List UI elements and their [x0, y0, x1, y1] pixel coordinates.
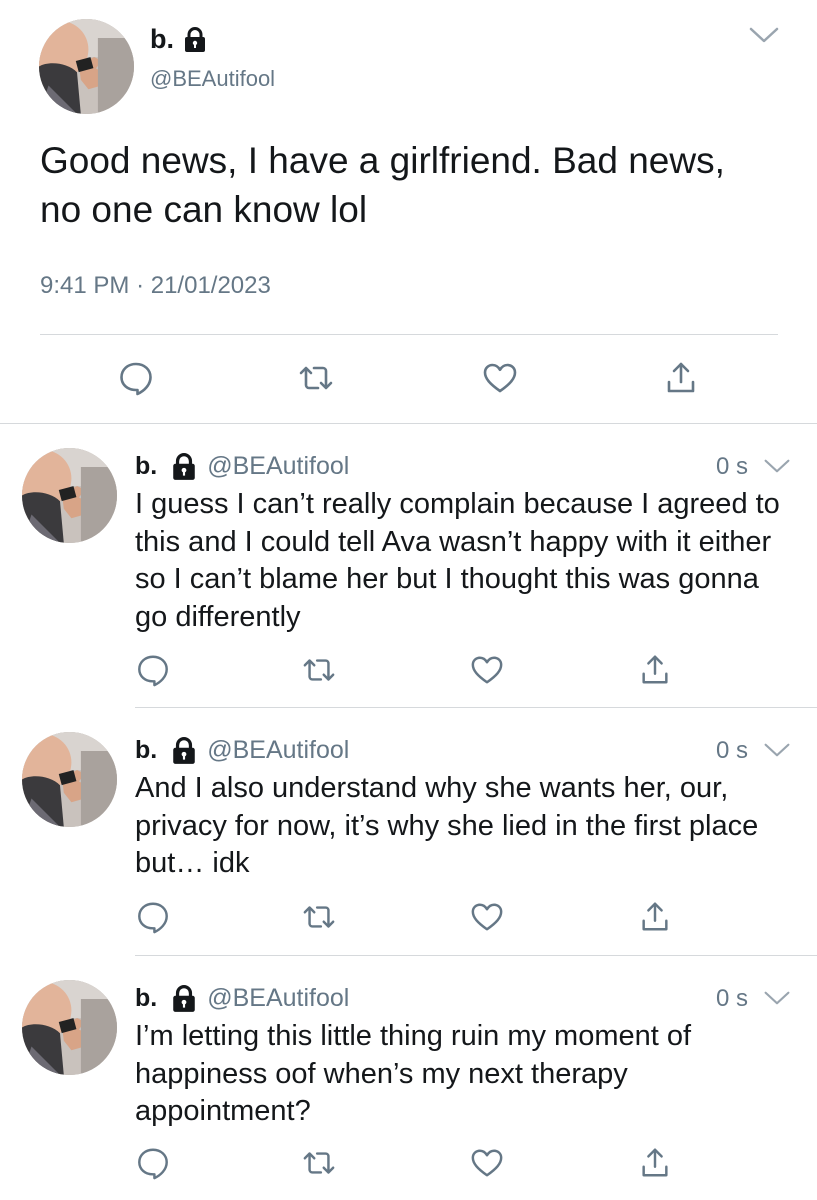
avatar[interactable] — [22, 448, 117, 543]
reply-icon[interactable] — [118, 360, 154, 396]
share-icon[interactable] — [638, 653, 672, 687]
reply-time: 0 s — [716, 737, 749, 764]
main-tweet: b. @BEAutifool Good news, I have a girlf… — [0, 0, 817, 424]
retweet-icon[interactable] — [298, 360, 334, 396]
display-name[interactable]: b. — [150, 24, 174, 55]
reply-time: 0 s — [716, 453, 749, 480]
reply-tweet[interactable]: b. @BEAutifool 0 s And I also understand… — [0, 708, 817, 956]
chevron-down-icon[interactable] — [763, 989, 791, 1007]
avatar[interactable] — [22, 732, 117, 827]
lock-icon — [171, 985, 197, 1013]
divider — [40, 334, 778, 335]
reply-time: 0 s — [716, 985, 749, 1012]
retweet-icon[interactable] — [302, 1146, 336, 1180]
chevron-down-icon[interactable] — [763, 457, 791, 475]
retweet-icon[interactable] — [302, 653, 336, 687]
reply-text: I guess I can’t really complain because … — [135, 488, 780, 633]
chevron-down-icon[interactable] — [748, 24, 780, 46]
reply-icon[interactable] — [136, 653, 170, 687]
reply-text: I’m letting this little thing ruin my mo… — [135, 1020, 692, 1127]
display-name[interactable]: b. — [135, 736, 157, 765]
username[interactable]: @BEAutifool — [150, 66, 275, 92]
share-icon[interactable] — [638, 900, 672, 934]
reply-author-row: b. @BEAutifool — [135, 452, 349, 481]
username[interactable]: @BEAutifool — [207, 736, 349, 765]
display-name[interactable]: b. — [135, 984, 157, 1013]
lock-icon — [184, 27, 206, 53]
chevron-down-icon[interactable] — [763, 741, 791, 759]
display-name[interactable]: b. — [135, 452, 157, 481]
reply-text: And I also understand why she wants her,… — [135, 772, 759, 879]
reply-author-row: b. @BEAutifool — [135, 984, 349, 1013]
share-icon[interactable] — [638, 1146, 672, 1180]
reply-tweet[interactable]: b. @BEAutifool 0 s I’m letting this litt… — [0, 956, 817, 1200]
username[interactable]: @BEAutifool — [207, 452, 349, 481]
tweet-date: 21/01/2023 — [150, 272, 271, 299]
avatar[interactable] — [39, 19, 134, 114]
reply-icon[interactable] — [136, 1146, 170, 1180]
lock-icon — [171, 453, 197, 481]
username[interactable]: @BEAutifool — [207, 984, 349, 1013]
retweet-icon[interactable] — [302, 900, 336, 934]
reply-tweet[interactable]: b. @BEAutifool 0 s I guess I can’t reall… — [0, 424, 817, 708]
reply-icon[interactable] — [136, 900, 170, 934]
avatar[interactable] — [22, 980, 117, 1075]
tweet-time: 9:41 PM — [40, 272, 130, 299]
heart-icon[interactable] — [470, 653, 504, 687]
lock-icon — [171, 737, 197, 765]
heart-icon[interactable] — [470, 1146, 504, 1180]
heart-icon[interactable] — [470, 900, 504, 934]
tweet-timestamp: 9:41 PM · 21/01/2023 — [40, 272, 271, 300]
author-row: b. — [150, 24, 206, 55]
tweet-text: Good news, I have a girlfriend. Bad news… — [40, 140, 725, 230]
heart-icon[interactable] — [482, 360, 518, 396]
reply-author-row: b. @BEAutifool — [135, 736, 349, 765]
meta-separator: · — [136, 272, 145, 299]
share-icon[interactable] — [663, 360, 699, 396]
